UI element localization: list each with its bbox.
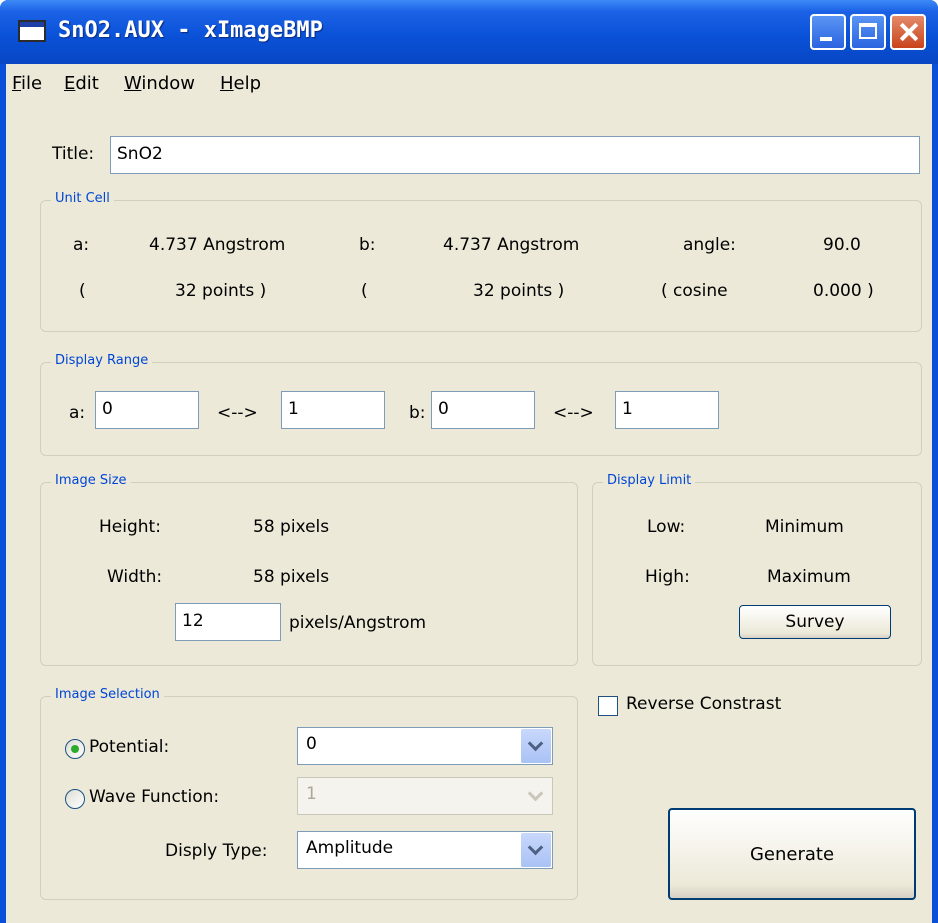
display-range-group: Display Range a: 0 <--> 1 b: 0 <--> 1	[40, 353, 922, 456]
display-range-legend: Display Range	[51, 353, 153, 368]
reverse-contrast-label: Reverse Constrast	[626, 694, 782, 714]
range-b-to-input[interactable]: 1	[615, 391, 719, 429]
unit-cell-a-label: a:	[73, 235, 90, 255]
app-window-icon	[18, 20, 46, 42]
potential-select-value: 0	[306, 734, 317, 754]
menu-file[interactable]: File	[12, 73, 42, 94]
width-label: Width:	[107, 567, 163, 587]
title-label: Title:	[52, 144, 95, 164]
limit-high-value: Maximum	[767, 567, 851, 587]
close-icon[interactable]	[890, 14, 926, 50]
wave-function-select[interactable]: 1	[297, 777, 553, 815]
range-a-label: a:	[69, 403, 86, 423]
unit-cell-angle-label: angle:	[683, 235, 736, 255]
unit-cell-group: Unit Cell a: 4.737 Angstrom b: 4.737 Ang…	[40, 191, 922, 332]
range-b-arrow: <-->	[553, 403, 594, 423]
height-label: Height:	[99, 517, 161, 537]
image-size-group: Image Size Height: 58 pixels Width: 58 p…	[40, 473, 578, 666]
wave-function-radio[interactable]	[65, 789, 85, 809]
limit-low-value: Minimum	[765, 517, 844, 537]
image-size-legend: Image Size	[51, 473, 131, 488]
chevron-down-icon[interactable]	[521, 729, 551, 763]
image-selection-legend: Image Selection	[51, 687, 164, 702]
menu-edit[interactable]: Edit	[64, 73, 99, 94]
app-window: SnO2.AUX - xImageBMP File Edit Window He…	[0, 0, 938, 923]
wave-function-label: Wave Function:	[89, 787, 220, 807]
unit-cell-cosine-label: ( cosine	[661, 281, 728, 301]
chevron-down-icon[interactable]	[521, 779, 551, 813]
pixels-per-angstrom-input[interactable]: 12	[175, 603, 281, 641]
potential-radio[interactable]	[65, 739, 85, 759]
range-b-label: b:	[409, 403, 426, 423]
wave-function-select-value: 1	[306, 784, 317, 804]
limit-low-label: Low:	[647, 517, 686, 537]
display-limit-legend: Display Limit	[603, 473, 696, 488]
client-area: File Edit Window Help Title: SnO2 Unit C…	[6, 64, 932, 923]
image-selection-group: Image Selection Potential: 0 Wave Functi…	[40, 687, 578, 900]
unit-cell-cosine-value: 0.000 )	[813, 281, 874, 301]
menu-window[interactable]: Window	[124, 73, 195, 94]
unit-cell-a-points: 32 points )	[175, 281, 267, 301]
pixels-per-angstrom-unit: pixels/Angstrom	[289, 613, 427, 633]
width-value: 58 pixels	[253, 567, 330, 587]
unit-cell-angle-value: 90.0	[823, 235, 861, 255]
minimize-icon[interactable]	[810, 14, 846, 50]
reverse-contrast-checkbox[interactable]	[598, 696, 618, 716]
unit-cell-b-points-open: (	[361, 281, 368, 301]
display-limit-group: Display Limit Low: Minimum High: Maximum…	[592, 473, 922, 666]
disply-type-select-value: Amplitude	[306, 838, 394, 858]
unit-cell-b-label: b:	[359, 235, 376, 255]
window-title: SnO2.AUX - xImageBMP	[58, 18, 323, 43]
disply-type-label: Disply Type:	[165, 841, 268, 861]
menu-help[interactable]: Help	[220, 73, 261, 94]
disply-type-select[interactable]: Amplitude	[297, 831, 553, 869]
range-b-from-input[interactable]: 0	[431, 391, 535, 429]
range-a-arrow: <-->	[217, 403, 258, 423]
maximize-icon[interactable]	[850, 14, 886, 50]
unit-cell-a-points-open: (	[79, 281, 86, 301]
range-a-from-input[interactable]: 0	[95, 391, 199, 429]
survey-button[interactable]: Survey	[739, 605, 891, 639]
menu-bar: File Edit Window Help	[6, 64, 932, 104]
potential-select[interactable]: 0	[297, 727, 553, 765]
unit-cell-legend: Unit Cell	[51, 191, 114, 206]
unit-cell-b-points: 32 points )	[473, 281, 565, 301]
unit-cell-a-value: 4.737 Angstrom	[149, 235, 286, 255]
chevron-down-icon[interactable]	[521, 833, 551, 867]
title-bar[interactable]: SnO2.AUX - xImageBMP	[0, 0, 938, 64]
unit-cell-b-value: 4.737 Angstrom	[443, 235, 580, 255]
height-value: 58 pixels	[253, 517, 330, 537]
generate-button[interactable]: Generate	[668, 808, 916, 900]
range-a-to-input[interactable]: 1	[281, 391, 385, 429]
potential-label: Potential:	[89, 737, 170, 757]
limit-high-label: High:	[645, 567, 690, 587]
title-input[interactable]: SnO2	[110, 136, 920, 174]
